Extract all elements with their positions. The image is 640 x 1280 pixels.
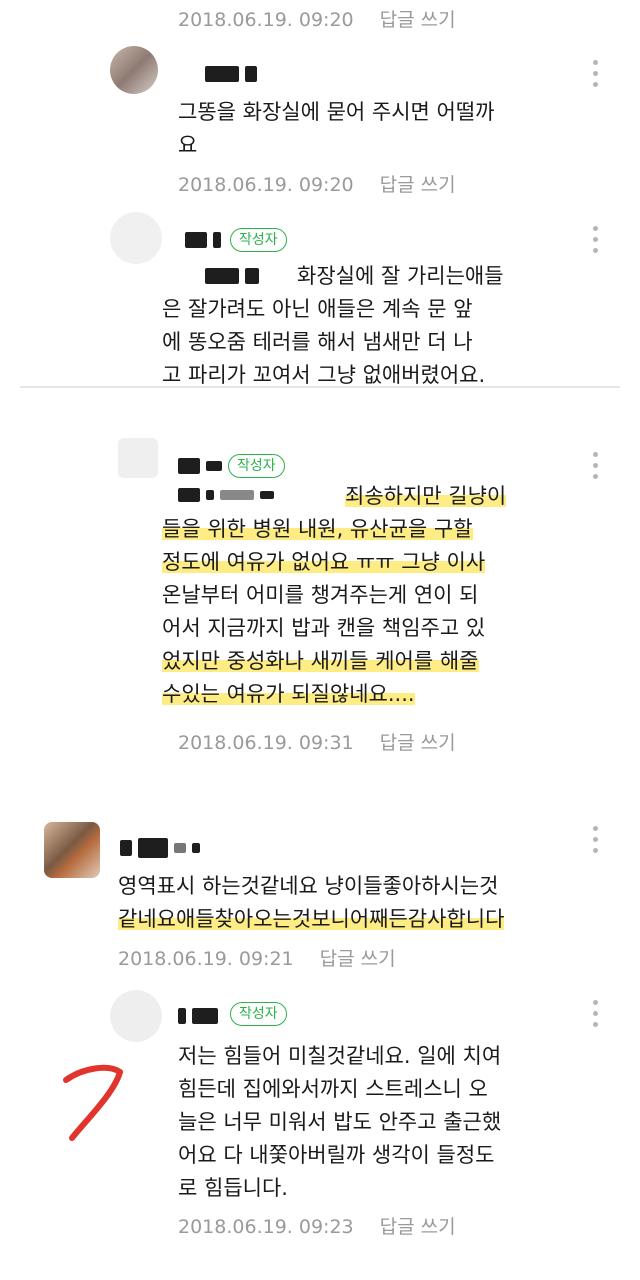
avatar[interactable]	[118, 438, 158, 478]
avatar[interactable]	[110, 990, 162, 1042]
comment-line: 정도에 여유가 없어요 ㅠㅠ 그냥 이사	[162, 550, 486, 574]
author-name[interactable]	[178, 458, 222, 474]
comment-line: 영역표시 하는것같네요 냥이들좋아하시는것	[118, 874, 499, 898]
author-badge: 작성자	[228, 454, 285, 478]
comment-line: 죄송하지만 길냥이	[345, 484, 507, 508]
comment-line: 어요 다 내쫓아버릴까 생각이 들정도	[178, 1143, 495, 1167]
comment-line: 온날부터 어미를 챙겨주는게 연이 되	[162, 583, 479, 607]
timestamp: 2018.06.19. 09:23	[178, 1216, 354, 1238]
comment-line: 에 똥오줌 테러를 해서 냄새만 더 나	[162, 330, 473, 354]
reply-link[interactable]: 답글 쓰기	[380, 9, 456, 31]
divider	[20, 386, 620, 388]
avatar[interactable]	[44, 822, 100, 878]
comment-body: 죄송하지만 길냥이 들을 위한 병원 내원, 유산균을 구할 정도에 여유가 없…	[162, 480, 507, 711]
comment-body: 그똥을 화장실에 묻어 주시면 어떨까 요	[178, 96, 495, 162]
comment-line: 수있는 여유가 되질않네요....	[162, 682, 415, 706]
comment-body: 영역표시 하는것같네요 냥이들좋아하시는것 같네요애들찾아오는것보니어째든감사합…	[118, 870, 505, 936]
comment-body: 화장실에 잘 가리는애들 은 잘가려도 아닌 애들은 계속 문 앞 에 똥오줌 …	[162, 260, 504, 392]
avatar[interactable]	[110, 212, 162, 264]
comment-line: 었지만 중성화나 새끼들 케어를 해줄	[162, 649, 479, 673]
timestamp: 2018.06.19. 09:31	[178, 732, 354, 754]
comment-meta: 2018.06.19. 09:31 답글 쓰기	[178, 728, 456, 755]
comment-line: 저는 힘들어 미칠것같네요. 일에 치여	[178, 1044, 502, 1068]
handwritten-annotation-mark	[63, 1064, 123, 1141]
more-icon[interactable]	[590, 1000, 600, 1030]
comment-line: 힘든데 집에와서까지 스트레스니 오	[178, 1077, 488, 1101]
comment-meta: 2018.06.19. 09:20 답글 쓰기	[178, 170, 456, 197]
more-icon[interactable]	[590, 452, 600, 482]
reply-link[interactable]: 답글 쓰기	[380, 732, 456, 754]
comment-meta: 2018.06.19. 09:23 답글 쓰기	[178, 1212, 456, 1239]
reply-link[interactable]: 답글 쓰기	[320, 948, 396, 970]
more-icon[interactable]	[590, 826, 600, 856]
comment-line: 화장실에 잘 가리는애들	[297, 264, 504, 288]
author-name[interactable]	[185, 232, 221, 248]
reply-link[interactable]: 답글 쓰기	[380, 1216, 456, 1238]
comment-line: 어서 지금까지 밥과 캔을 책임주고 있	[162, 616, 486, 640]
comment-line: 들을 위한 병원 내원, 유산균을 구할	[162, 517, 473, 541]
author-name[interactable]	[178, 1008, 218, 1024]
comment-line: 요	[178, 133, 198, 157]
comment-line: 늘은 너무 미워서 밥도 안주고 출근했	[178, 1110, 502, 1134]
avatar[interactable]	[110, 46, 158, 94]
author-name[interactable]	[205, 66, 257, 82]
author-badge: 작성자	[230, 228, 287, 252]
comment-line: 은 잘가려도 아닌 애들은 계속 문 앞	[162, 297, 473, 321]
more-icon[interactable]	[590, 226, 600, 256]
comment-meta: 2018.06.19. 09:21 답글 쓰기	[118, 944, 396, 971]
reply-link[interactable]: 답글 쓰기	[380, 174, 456, 196]
comment-line: 같네요애들찾아오는것보니어째든감사합니다	[118, 907, 505, 931]
timestamp: 2018.06.19. 09:20	[178, 174, 354, 196]
author-name[interactable]	[120, 838, 200, 858]
comment-line: 로 힘듭니다.	[178, 1176, 288, 1200]
author-badge: 작성자	[230, 1002, 287, 1026]
more-icon[interactable]	[590, 60, 600, 90]
timestamp: 2018.06.19. 09:20	[178, 9, 354, 31]
comment-body: 저는 힘들어 미칠것같네요. 일에 치여 힘든데 집에와서까지 스트레스니 오 …	[178, 1040, 501, 1205]
comment-line: 그똥을 화장실에 묻어 주시면 어떨까	[178, 100, 495, 124]
comment-meta: 2018.06.19. 09:20 답글 쓰기	[178, 5, 456, 32]
timestamp: 2018.06.19. 09:21	[118, 948, 294, 970]
